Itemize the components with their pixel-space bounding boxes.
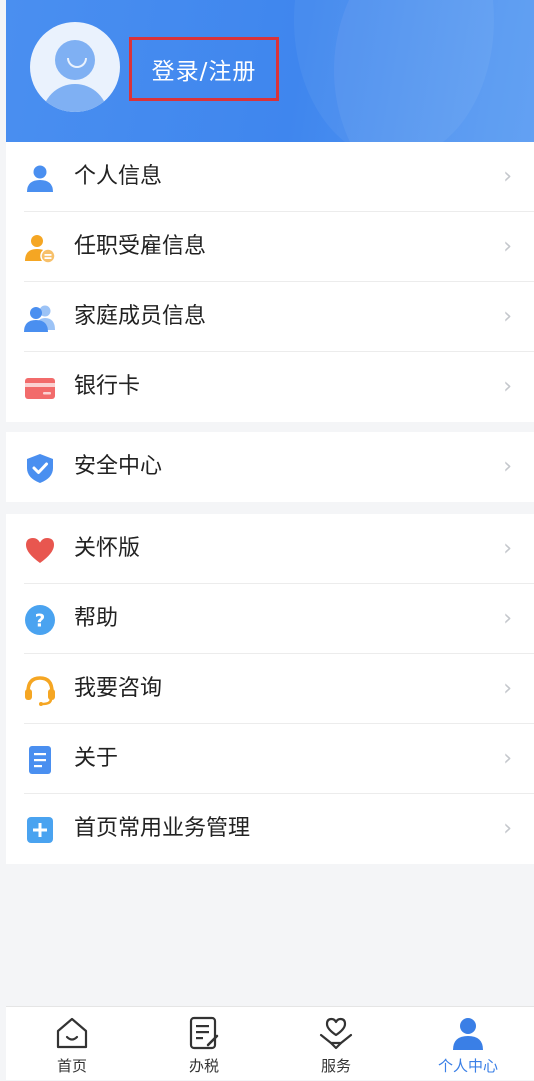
menu-item-about[interactable]: 关于 › <box>6 724 534 794</box>
employment-icon <box>25 235 56 264</box>
menu-item-label: 关怀版 <box>74 536 141 561</box>
person-icon <box>27 165 53 192</box>
heart-icon <box>26 538 54 563</box>
headset-icon <box>25 676 55 706</box>
menu-item-label: 安全中心 <box>74 454 163 479</box>
svg-text:?: ? <box>35 611 45 632</box>
bank-card-icon <box>25 378 55 399</box>
chevron-right-icon: › <box>503 536 512 561</box>
service-heart-icon <box>319 1017 353 1050</box>
bottom-tab-bar: 首页 办税 服务 个人中心 <box>6 1006 534 1080</box>
menu-item-family-info[interactable]: 家庭成员信息 › <box>6 282 534 352</box>
chevron-right-icon: › <box>503 164 512 189</box>
menu-item-bank-card[interactable]: 银行卡 › <box>6 352 534 422</box>
menu-item-employment-info[interactable]: 任职受雇信息 › <box>6 212 534 282</box>
chevron-right-icon: › <box>503 234 512 259</box>
menu-item-care-version[interactable]: 关怀版 › <box>6 514 534 584</box>
menu-item-label: 任职受雇信息 <box>74 234 207 259</box>
document-icon <box>29 746 51 774</box>
left-border <box>0 0 6 1080</box>
menu-item-consult[interactable]: 我要咨询 › <box>6 654 534 724</box>
menu-group-general: 关怀版 › ? 帮助 › 我要咨询 › 关于 › 首页常用业务管理 › <box>6 514 534 864</box>
tab-service[interactable]: 服务 <box>270 1007 402 1081</box>
menu-item-label: 关于 <box>74 746 119 771</box>
tab-home[interactable]: 首页 <box>6 1007 138 1081</box>
shield-icon <box>27 454 53 483</box>
tax-form-icon <box>189 1016 219 1050</box>
chevron-right-icon: › <box>503 816 512 841</box>
menu-item-help[interactable]: ? 帮助 › <box>6 584 534 654</box>
menu-item-homepage-business-management[interactable]: 首页常用业务管理 › <box>6 794 534 864</box>
menu-item-label: 个人信息 <box>74 164 163 189</box>
family-icon <box>24 305 55 332</box>
chevron-right-icon: › <box>503 746 512 771</box>
chevron-right-icon: › <box>503 304 512 329</box>
help-icon: ? <box>25 605 55 635</box>
login-register-label: 登录/注册 <box>151 59 257 85</box>
menu-item-label: 我要咨询 <box>74 676 163 701</box>
login-register-button[interactable]: 登录/注册 <box>129 37 279 101</box>
profile-icon <box>453 1018 483 1050</box>
menu-group-security: 安全中心 › <box>6 432 534 502</box>
menu-item-security-center[interactable]: 安全中心 › <box>6 432 534 502</box>
tab-label: 办税 <box>188 1057 219 1075</box>
menu-item-label: 帮助 <box>74 606 119 631</box>
chevron-right-icon: › <box>503 676 512 701</box>
tab-label: 服务 <box>320 1057 351 1075</box>
tab-label: 首页 <box>56 1057 87 1075</box>
chevron-right-icon: › <box>503 374 512 399</box>
menu-item-label: 首页常用业务管理 <box>74 816 251 841</box>
menu-item-label: 家庭成员信息 <box>74 304 207 329</box>
menu-group-personal: 个人信息 › 任职受雇信息 › 家庭成员信息 › 银行卡 › <box>6 142 534 422</box>
home-icon <box>56 1017 88 1049</box>
chevron-right-icon: › <box>503 606 512 631</box>
menu-item-personal-info[interactable]: 个人信息 › <box>6 142 534 212</box>
tab-label: 个人中心 <box>437 1057 498 1075</box>
menu-item-label: 银行卡 <box>74 374 141 399</box>
profile-header: 登录/注册 <box>6 0 534 142</box>
tab-personal-center[interactable]: 个人中心 <box>402 1007 534 1081</box>
chevron-right-icon: › <box>503 454 512 479</box>
plus-square-icon <box>27 817 53 843</box>
avatar[interactable] <box>30 22 120 112</box>
tab-tax[interactable]: 办税 <box>138 1007 270 1081</box>
